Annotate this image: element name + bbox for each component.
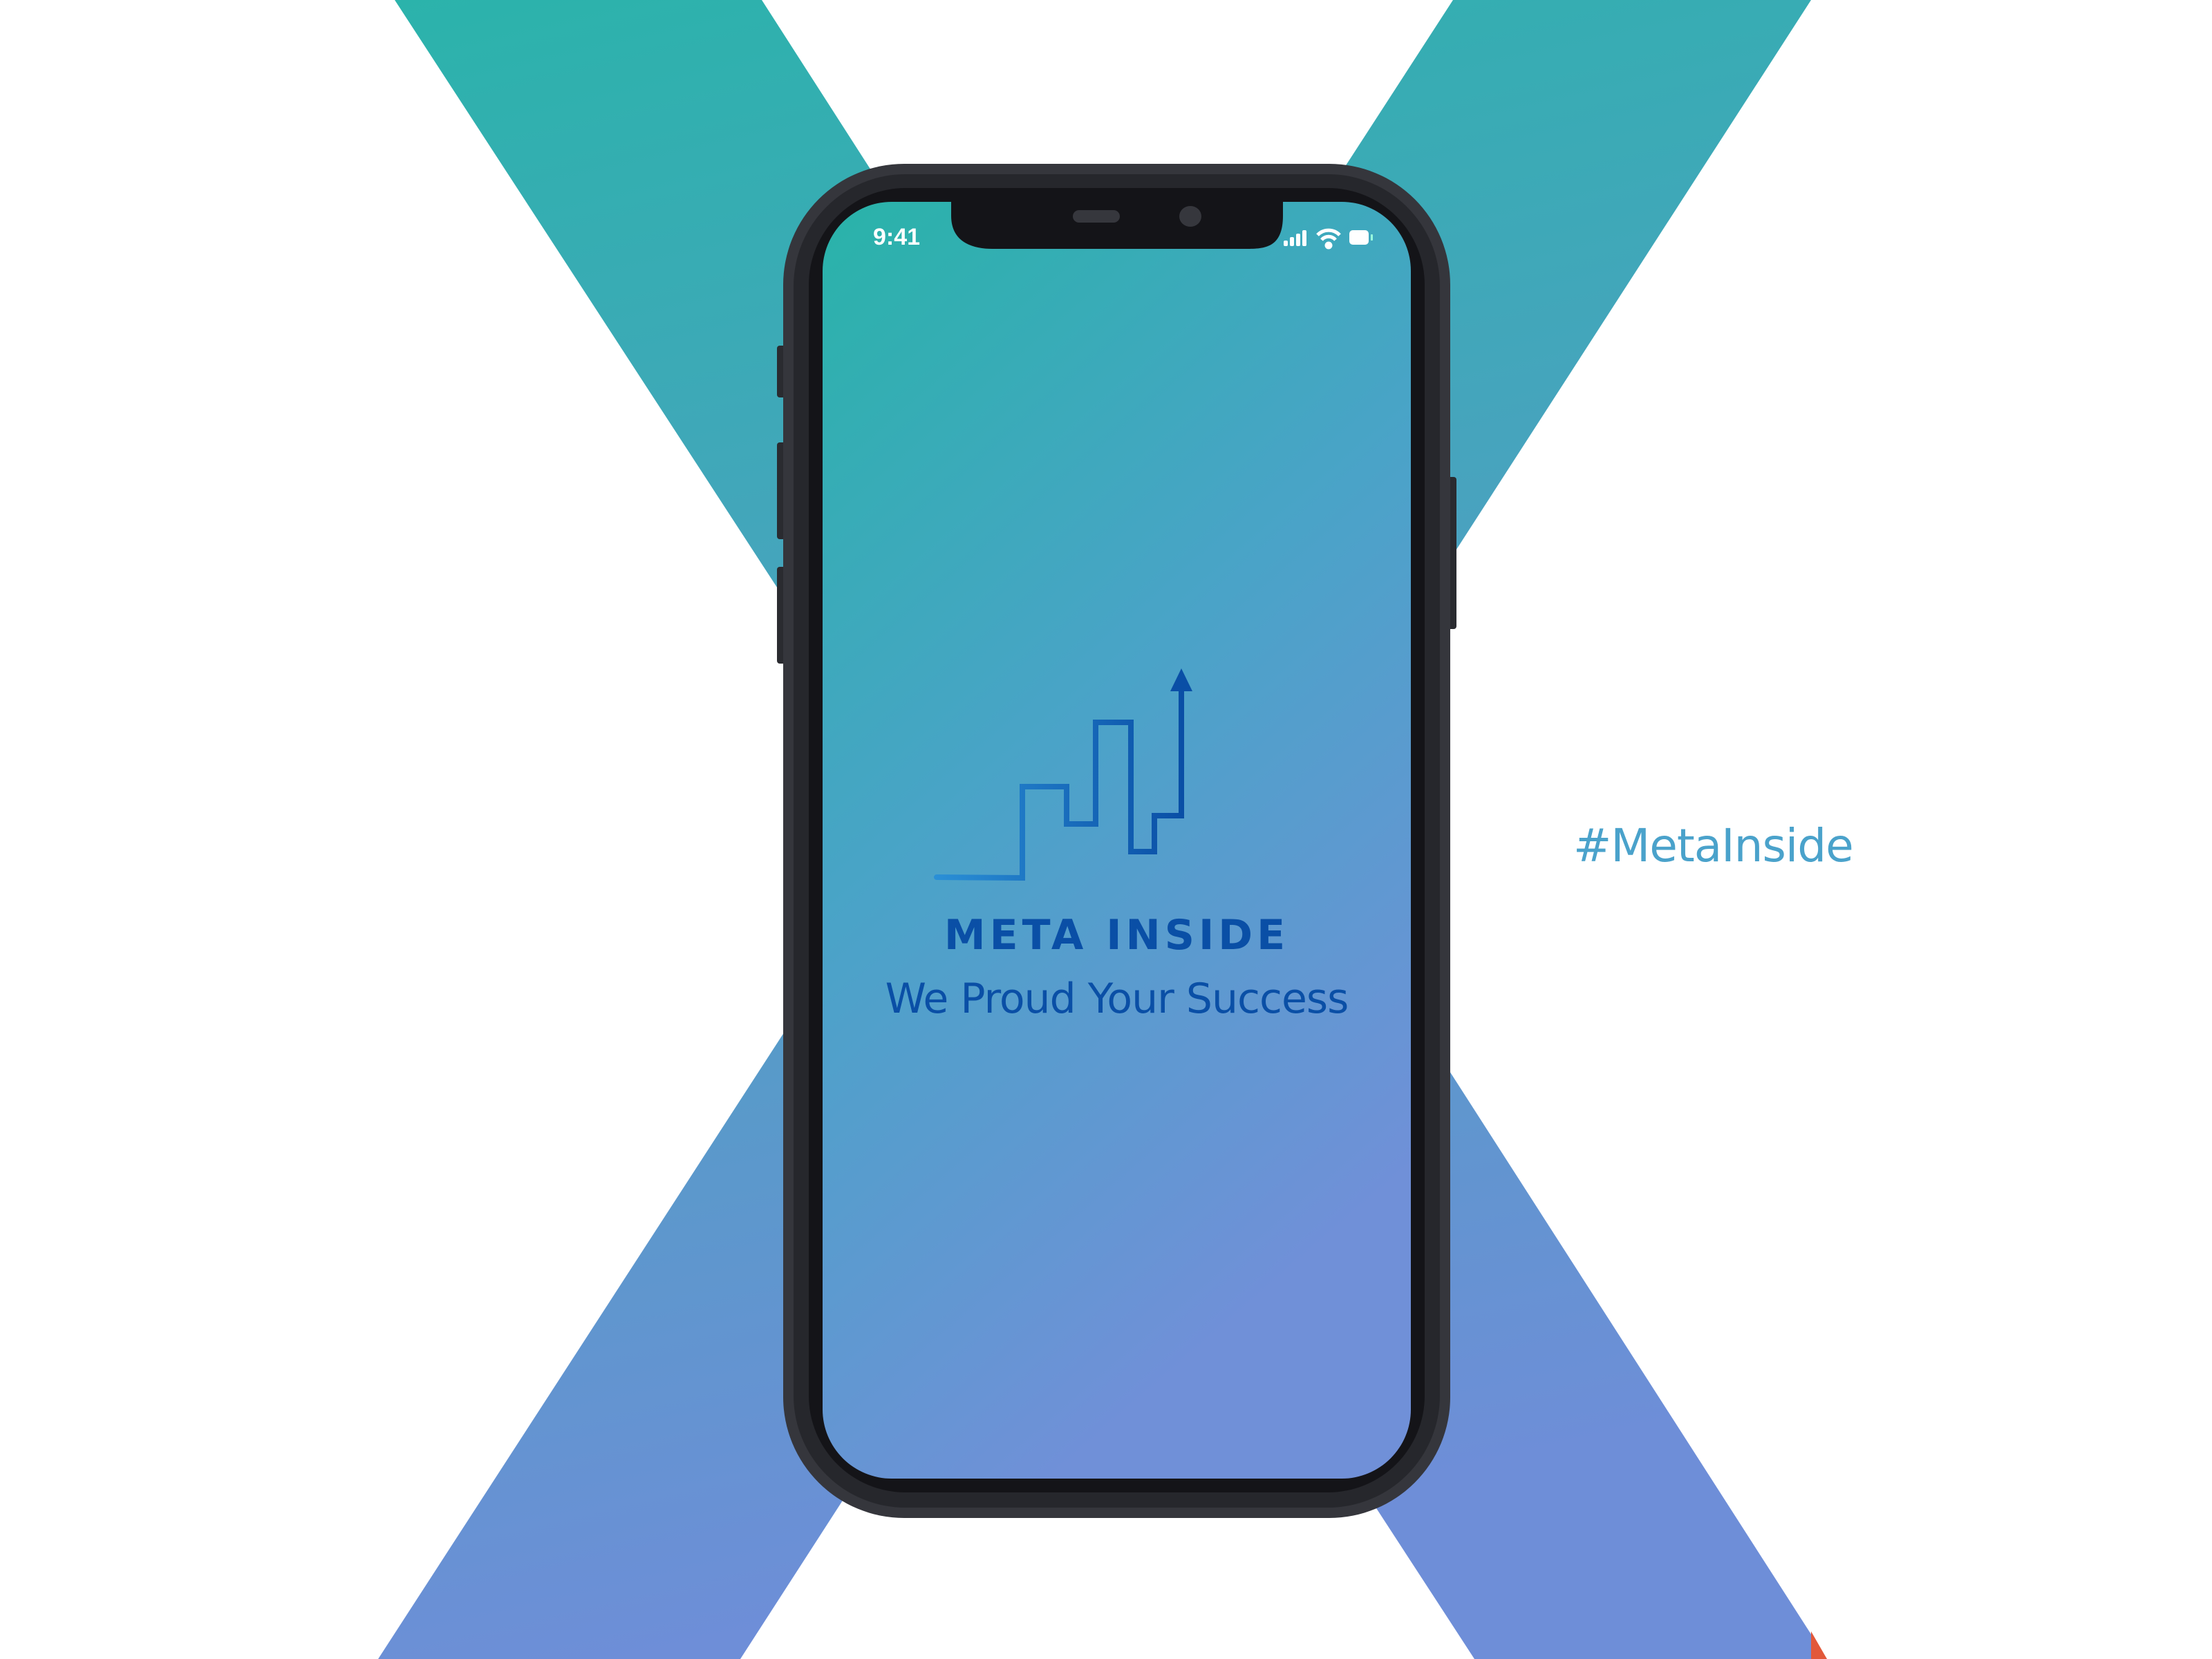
hashtag-text: #MetaInside (1573, 819, 1854, 872)
camera (1179, 206, 1201, 227)
phone-screen (823, 202, 1411, 1479)
speaker (1073, 210, 1120, 223)
tagline: We Proud Your Success (885, 975, 1349, 1023)
notch (951, 202, 1283, 250)
background-x-graphic (378, 0, 1827, 1659)
status-time: 9:41 (873, 224, 921, 250)
brand-name: META INSIDE (944, 911, 1290, 959)
phone-mockup (777, 164, 1456, 1518)
